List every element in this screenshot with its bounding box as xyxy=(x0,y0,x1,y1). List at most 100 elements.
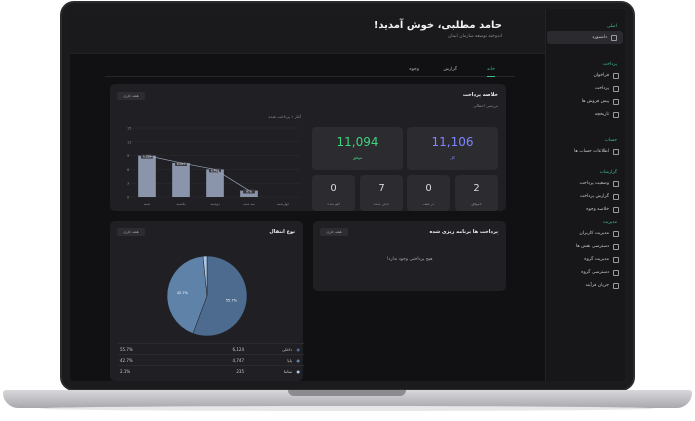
sidebar-group: اصلی داشبورد xyxy=(545,23,625,44)
mini-queue-label: در صف xyxy=(423,202,434,206)
sidebar-item[interactable]: گزارش پرداخت xyxy=(545,190,625,203)
y-tick-label: 9 xyxy=(127,154,129,158)
sidebar-group: حساب اطلاعات حساب ها xyxy=(545,137,625,158)
sidebar-item[interactable]: جریان فرآیند xyxy=(545,279,625,292)
mini-failed-label: ناموفق xyxy=(471,202,482,206)
sidebar-item[interactable]: خلاصه وجوه xyxy=(545,203,625,216)
x-tick-label: سه شنبه xyxy=(243,202,255,206)
sidebar-group-heading: حساب xyxy=(604,138,617,143)
empty-message: هیچ پرداختی وجود ندارد! xyxy=(386,257,433,262)
app-screen: حامد مطلبی، خوش آمدید! اندوخته توسعه ساز… xyxy=(70,9,625,381)
sidebar-item-label: دسترسی نقش ها xyxy=(575,244,609,249)
key-icon xyxy=(613,243,619,250)
transfer-filter-select[interactable]: هفته جاری xyxy=(117,228,145,236)
mini-deleted-label: حذف شده xyxy=(373,202,390,206)
scheduled-filter-select[interactable]: هفته جاری xyxy=(320,228,348,236)
legend-name: پایا xyxy=(287,358,292,363)
trend-line xyxy=(146,155,250,191)
tab-home[interactable]: خانه xyxy=(487,65,495,77)
stat-success-value: 11,094 xyxy=(336,135,379,149)
summary-subtitle: بررسی اجمالی xyxy=(473,103,498,108)
stat-success: 11,094 موفق xyxy=(312,127,403,170)
sidebar-item[interactable]: دسترسی گروه xyxy=(545,266,625,279)
sidebar-group: پرداخت فراخوان پرداخت پیش فروش ها تاریخچه xyxy=(545,61,625,121)
sidebar-item[interactable]: مدیریت کاربران xyxy=(545,227,625,240)
summary-card: خلاصه پرداخت بررسی اجمالی آمار ۱ پرداخت … xyxy=(110,84,506,211)
sidebar-item-label: داشبورد xyxy=(592,35,607,40)
tab-report[interactable]: گزارش xyxy=(443,65,457,77)
legend-name: ساتنا xyxy=(283,369,292,374)
users-icon xyxy=(613,230,619,237)
sidebar-item[interactable]: وضعیت پرداخت xyxy=(545,177,625,190)
sidebar-item-label: وضعیت پرداخت xyxy=(579,181,609,186)
legend-pct: 42.7% xyxy=(120,358,133,363)
page-header: حامد مطلبی، خوش آمدید! اندوخته توسعه ساز… xyxy=(70,9,545,54)
sidebar-item[interactable]: اطلاعات حساب ها xyxy=(545,145,625,158)
legend-row: ● پایا 4,747 42.7% xyxy=(118,354,304,365)
mini-deleted: 7 حذف شده xyxy=(360,175,403,211)
page-title: حامد مطلبی، خوش آمدید! xyxy=(373,20,502,31)
pie-slice-label: 55.7% xyxy=(226,298,238,302)
sidebar-group-heading: پرداخت xyxy=(602,62,617,67)
sidebar-group: مدیریت مدیریت کاربران دسترسی نقش ها مدیریت … xyxy=(545,219,625,292)
stat-total-label: کل xyxy=(450,155,455,160)
mini-cancelled: 0 لغو شده xyxy=(312,175,355,211)
bar-value-label: 976 xyxy=(246,190,252,194)
y-tick-label: 12 xyxy=(127,140,131,144)
transfer-title: نوع انتقال xyxy=(269,229,295,235)
legend-row: ● ساتنا 235 2.1% xyxy=(118,365,304,376)
stat-total: 11,106 کل xyxy=(407,127,498,170)
y-tick-label: 6 xyxy=(127,168,129,172)
grid-icon xyxy=(611,34,617,41)
page-subtitle: اندوخته توسعه سازمان ایمان xyxy=(448,34,502,39)
sidebar-item[interactable]: پیش فروش ها xyxy=(545,95,625,108)
sidebar-item-label: مدیریت کاربران xyxy=(579,231,609,236)
summary-icon xyxy=(613,206,619,213)
sidebar-item[interactable]: تاریخچه xyxy=(545,108,625,121)
sidebar-group-heading: اصلی xyxy=(606,24,617,29)
sidebar-item-label: تاریخچه xyxy=(594,112,609,117)
inbox-icon xyxy=(613,98,619,105)
legend-dot: ● xyxy=(296,358,301,363)
sidebar-item-label: جریان فرآیند xyxy=(585,283,609,288)
x-tick-label: چهارشنبه xyxy=(277,202,289,206)
mini-cancelled-label: لغو شده xyxy=(327,202,340,206)
sidebar-item-label: مدیریت گروه xyxy=(584,257,609,262)
sidebar-item-label: خلاصه وجوه xyxy=(586,207,609,212)
summary-filter-select[interactable]: هفته جاری xyxy=(117,92,145,100)
sidebar-item[interactable]: داشبورد xyxy=(547,31,623,44)
mini-queue: 0 در صف xyxy=(407,175,450,211)
y-tick-label: 0 xyxy=(127,196,129,200)
tab-bar: خانه گزارش وجوه xyxy=(105,65,515,77)
monitor-icon xyxy=(613,85,619,92)
legend-count: 235 xyxy=(236,369,244,374)
stat-success-label: موفق xyxy=(352,155,363,160)
book-icon xyxy=(613,148,619,155)
bar[interactable] xyxy=(138,155,156,197)
group-icon xyxy=(613,256,619,263)
sidebar-item[interactable]: مدیریت گروه xyxy=(545,253,625,266)
laptop-notch xyxy=(288,390,406,396)
transfer-type-card: نوع انتقال هفته جاری 55.7% 42.7% ● داخلی … xyxy=(110,221,304,381)
sidebar-item-label: پرداخت xyxy=(594,86,609,91)
sidebar-item[interactable]: پرداخت xyxy=(545,82,625,95)
laptop-shadow xyxy=(40,406,655,411)
tab-funds[interactable]: وجوه xyxy=(409,65,419,77)
sidebar-item[interactable]: فراخوان xyxy=(545,69,625,82)
scheduled-payments-card: پرداخت ها برنامه ریزی شده هفته جاری هیچ … xyxy=(313,221,506,291)
sidebar-group-heading: گزارشات xyxy=(599,170,617,175)
legend-dot: ● xyxy=(296,369,301,374)
x-tick-label: دوشنبه xyxy=(210,202,220,206)
legend-count: 6,124 xyxy=(232,347,244,352)
mini-cancelled-value: 0 xyxy=(330,183,337,194)
access-icon xyxy=(613,269,619,276)
legend-count: 4,747 xyxy=(232,358,244,363)
legend-row: ● داخلی 6,124 55.7% xyxy=(118,343,304,354)
legend-name: داخلی xyxy=(281,347,292,352)
sidebar-item[interactable]: دسترسی نقش ها xyxy=(545,240,625,253)
scheduled-title: پرداخت ها برنامه ریزی شده xyxy=(429,229,498,235)
stat-total-value: 11,106 xyxy=(431,135,474,149)
legend-pct: 2.1% xyxy=(120,369,131,374)
history-icon xyxy=(613,111,619,118)
bar[interactable] xyxy=(172,162,190,197)
